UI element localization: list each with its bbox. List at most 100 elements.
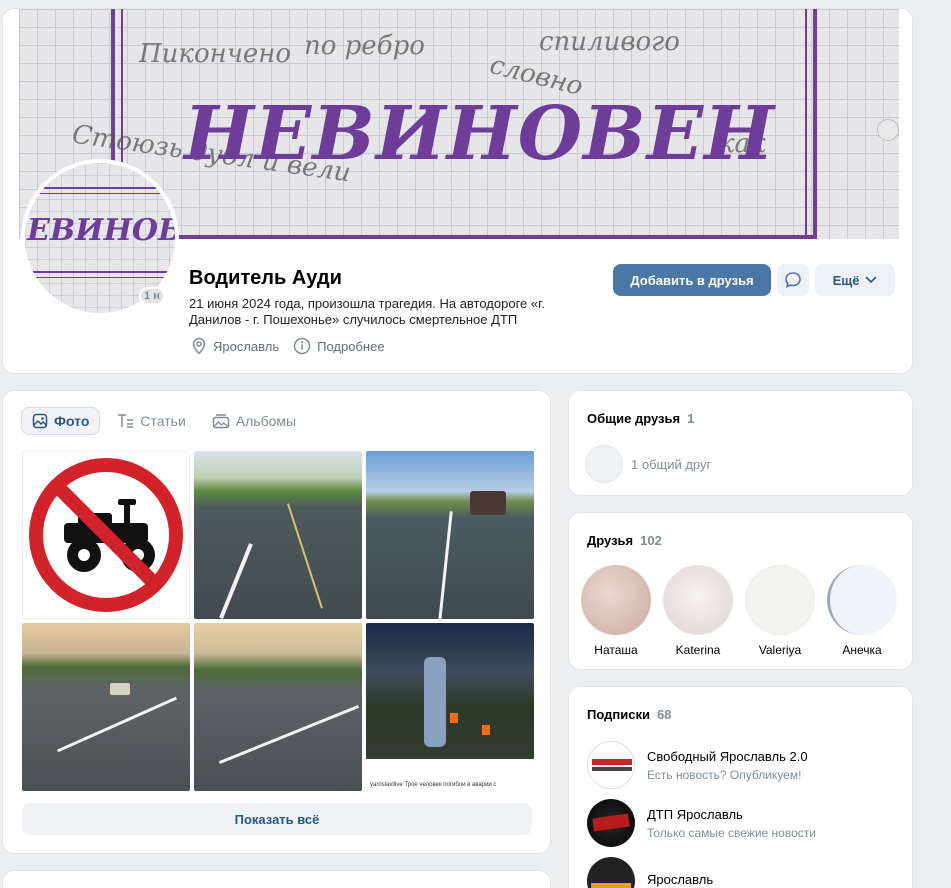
mutual-friends-count: 1 [687, 411, 695, 426]
road-marking [287, 503, 323, 609]
mutual-friends-summary[interactable]: 1 общий друг [585, 445, 711, 483]
message-button[interactable] [777, 264, 809, 296]
logo-stripe [591, 883, 631, 888]
albums-icon [212, 414, 230, 429]
cover-scribble: по ребро [304, 31, 425, 61]
avatar [587, 741, 635, 789]
subscriptions-title: Подписки [587, 707, 650, 722]
mutual-friends-title: Общие друзья [587, 411, 681, 426]
friend-name: Наташа [594, 643, 638, 657]
subscription-name: ДТП Ярославль [647, 806, 743, 822]
instagram-caption: yaroslavllive Трое человек погибли в ава… [370, 782, 497, 788]
avatar [827, 565, 897, 635]
road-marking [218, 705, 360, 764]
photo-thumbnail[interactable] [22, 623, 190, 791]
photos-block: Фото Статьи Альбомы yaroslavllive Трое ч… [2, 390, 551, 854]
car-shape [470, 491, 506, 515]
profile-name: Водитель Ауди [189, 267, 342, 289]
subscription-item[interactable]: Ярославль [587, 857, 713, 888]
logo-stripe [592, 759, 632, 765]
subscriptions-count: 68 [656, 707, 672, 722]
tab-photos[interactable]: Фото [21, 407, 101, 435]
friend-item[interactable]: Наташа [581, 565, 651, 657]
cover-scribble: спиливого [539, 27, 680, 57]
profile-meta: Ярославль Подробнее [191, 337, 385, 355]
cone-shape [450, 713, 458, 723]
photo-thumbnail[interactable]: yaroslavllive Трое человек погибли в ава… [366, 623, 534, 791]
person-shape [424, 657, 446, 747]
subscription-name: Свободный Ярославль 2.0 [647, 748, 808, 764]
articles-icon [118, 414, 134, 428]
road-marking [57, 696, 177, 753]
subscription-item[interactable]: Свободный Ярославль 2.0 Есть новость? Оп… [587, 741, 808, 789]
details-label: Подробнее [317, 338, 385, 354]
tab-articles[interactable]: Статьи [106, 407, 195, 435]
subscriptions-block: Подписки 68 Свободный Ярославль 2.0 Есть… [568, 686, 913, 888]
avatar-frame-line [25, 193, 175, 194]
avatar-frame-line [25, 277, 175, 278]
profile-status: 21 июня 2024 года, произошла трагедия. Н… [189, 296, 545, 327]
next-block [2, 870, 551, 888]
avatar-text: ЕВИНОВЕ [27, 213, 175, 248]
photo-thumbnail[interactable] [194, 623, 362, 791]
message-icon [785, 272, 801, 288]
friends-header[interactable]: Друзья 102 [587, 533, 662, 548]
paper-hole [877, 119, 899, 141]
avatar-frame-line [25, 271, 175, 273]
location-pin-icon [192, 337, 206, 355]
friend-item[interactable]: Анечка [827, 565, 897, 657]
cover-scribble: Пикончено [139, 39, 292, 69]
subscription-desc: Только самые свежие новости [647, 825, 816, 840]
tab-photos-label: Фото [54, 413, 90, 429]
photo-thumbnail[interactable] [194, 451, 362, 619]
subscriptions-header[interactable]: Подписки 68 [587, 707, 671, 722]
mutual-friends-header[interactable]: Общие друзья 1 [587, 411, 694, 426]
friends-title: Друзья [587, 533, 634, 548]
more-label: Ещё [832, 272, 860, 288]
avatar [663, 565, 733, 635]
tab-albums[interactable]: Альбомы [202, 407, 306, 435]
photo-thumbnail[interactable] [366, 451, 534, 619]
photo-thumbnail[interactable] [22, 451, 190, 619]
friend-name: Valeriya [758, 643, 802, 657]
avatar [587, 857, 635, 888]
tab-articles-label: Статьи [140, 413, 186, 429]
avatar [587, 799, 635, 847]
add-friend-button[interactable]: Добавить в друзья [613, 264, 771, 296]
more-button[interactable]: Ещё [815, 264, 895, 296]
cone-shape [482, 725, 490, 735]
cover-title: НЕВИНОВЕН [184, 91, 776, 177]
show-all-photos-button[interactable]: Показать всё [22, 803, 532, 835]
road-marking [438, 511, 453, 619]
avatar [585, 445, 623, 483]
road-marking [219, 543, 253, 619]
chevron-down-icon [866, 276, 877, 284]
details-link[interactable]: Подробнее [293, 337, 385, 355]
subscription-item[interactable]: ДТП Ярославль Только самые свежие новост… [587, 799, 816, 847]
photo-tabs: Фото Статьи Альбомы [21, 407, 306, 435]
friends-count: 102 [640, 533, 662, 548]
friend-name: Анечка [842, 643, 882, 657]
online-status-badge: 1 н [139, 287, 165, 305]
location-item[interactable]: Ярославль [191, 337, 279, 355]
avatar [581, 565, 651, 635]
profile-header: Пикончено по ребро словно Стоюзь дубл и … [2, 8, 913, 374]
friends-list: Наташа Katerina Valeriya Анечка [581, 565, 897, 657]
instagram-bar: yaroslavllive Трое человек погибли в ава… [366, 759, 534, 791]
subscription-desc: Есть новость? Опубликуем! [647, 767, 802, 782]
friend-item[interactable]: Valeriya [745, 565, 815, 657]
subscription-name: Ярославль [647, 871, 714, 887]
photo-icon [32, 413, 48, 429]
mutual-friends-summary-label: 1 общий друг [631, 456, 712, 472]
no-atv-sign-icon [29, 458, 183, 612]
friend-item[interactable]: Katerina [663, 565, 733, 657]
car-shape [110, 683, 130, 695]
logo-stripe [592, 767, 632, 771]
friend-name: Katerina [675, 643, 721, 657]
avatar-frame-line [25, 187, 175, 189]
avatar [745, 565, 815, 635]
logo-stripe [592, 813, 630, 832]
photo-grid: yaroslavllive Трое человек погибли в ава… [22, 451, 534, 791]
mutual-friends-block: Общие друзья 1 1 общий друг [568, 390, 913, 496]
info-icon [293, 337, 311, 355]
